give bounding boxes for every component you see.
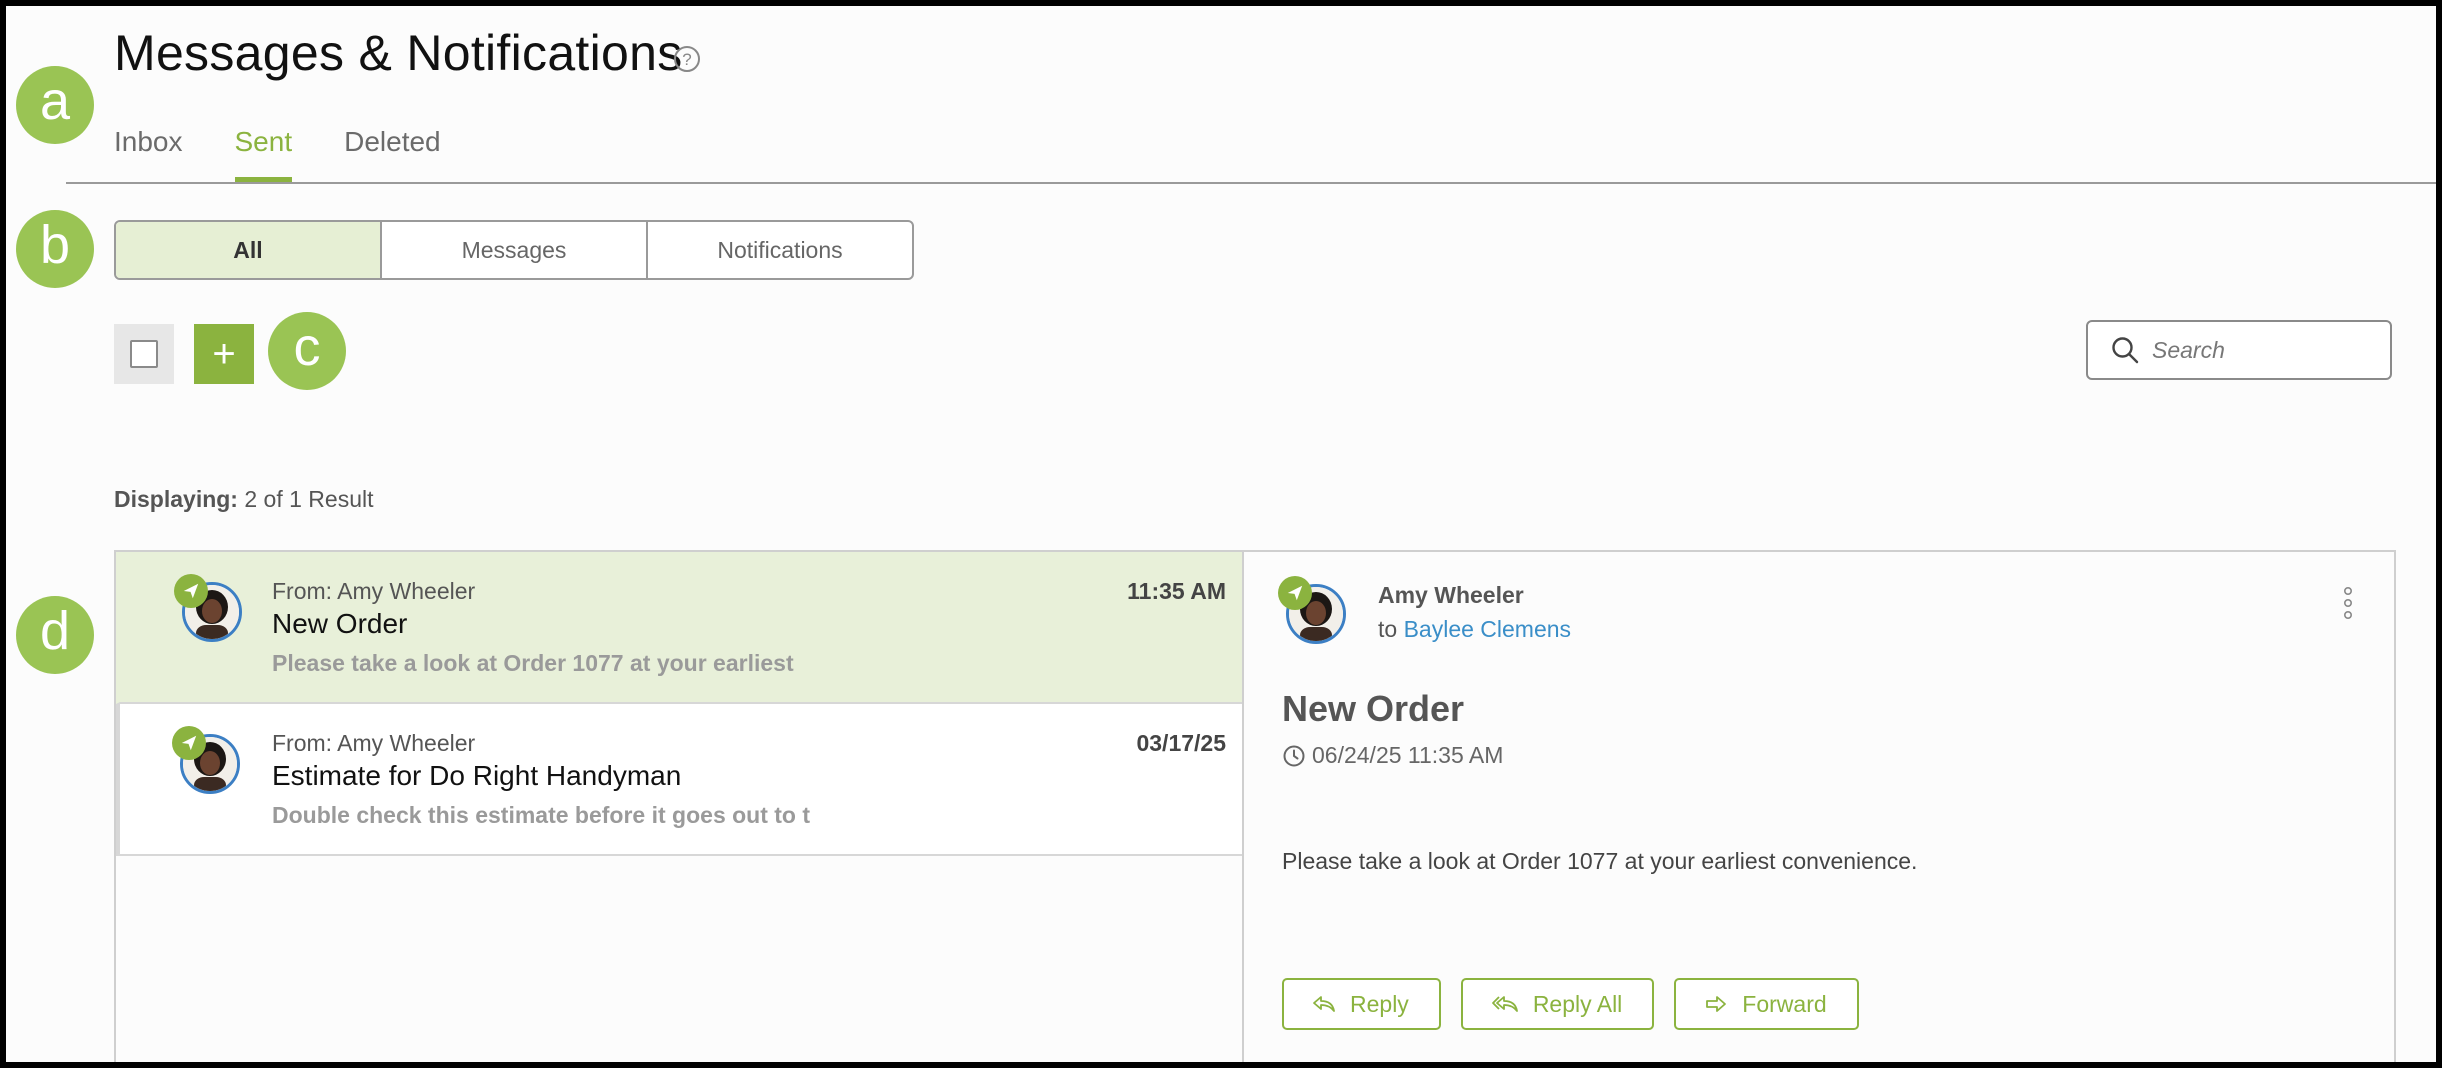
results-text: 2 of 1 Result [244, 486, 374, 512]
avatar [174, 574, 242, 642]
callout-marker-c: c [268, 312, 346, 390]
detail-recipient-line: to Baylee Clemens [1378, 616, 1571, 643]
search-icon [2112, 337, 2139, 364]
list-item[interactable]: From: Amy Wheeler New Order Please take … [116, 552, 1242, 704]
mailbox-tabs: Inbox Sent Deleted [114, 126, 493, 182]
help-icon[interactable]: ? [672, 44, 702, 74]
recipient-link[interactable]: Baylee Clemens [1404, 616, 1571, 642]
callout-marker-b: b [16, 210, 94, 288]
detail-datetime: 06/24/25 11:35 AM [1312, 742, 1504, 768]
tab-sent[interactable]: Sent [234, 126, 292, 182]
message-time: 11:35 AM [1127, 578, 1226, 604]
results-count: Displaying: 2 of 1 Result [114, 486, 374, 513]
detail-actions: Reply Reply All Forward [1282, 978, 1879, 1030]
search-input[interactable] [2152, 336, 2372, 364]
search-box[interactable] [2086, 320, 2392, 380]
reply-all-button[interactable]: Reply All [1460, 978, 1655, 1030]
forward-icon [1706, 996, 1727, 1012]
callout-marker-a: a [16, 66, 94, 144]
new-message-button[interactable]: + [194, 324, 254, 384]
filter-notifications-button[interactable]: Notifications [648, 222, 912, 278]
sent-icon [1278, 576, 1312, 610]
clock-icon [1283, 745, 1305, 766]
message-time: 03/17/25 [1136, 730, 1226, 756]
reply-icon [1313, 996, 1335, 1012]
filter-all-button[interactable]: All [116, 222, 382, 278]
reply-label: Reply [1350, 990, 1409, 1017]
checkbox-box [130, 340, 158, 368]
list-item[interactable]: From: Amy Wheeler Estimate for Do Right … [116, 704, 1242, 856]
detail-datetime-row: 06/24/25 11:35 AM [1282, 742, 1503, 769]
sent-icon [172, 726, 206, 760]
forward-label: Forward [1742, 990, 1827, 1017]
detail-sender: Amy Wheeler [1378, 582, 1524, 608]
recipient-prefix: to [1378, 616, 1398, 642]
avatar [1278, 576, 1346, 644]
message-detail-pane: Amy Wheeler to Baylee Clemens New Order … [1242, 550, 2396, 1062]
detail-subject: New Order [1282, 688, 1465, 729]
message-from: From: Amy Wheeler [272, 578, 476, 604]
page-title: Messages & Notifications [114, 25, 683, 81]
kebab-icon[interactable] [2342, 586, 2354, 620]
results-label: Displaying: [114, 486, 238, 512]
app-frame: Messages & Notifications ? a b c d Inbox… [6, 6, 2436, 1062]
reply-all-label: Reply All [1532, 990, 1623, 1017]
message-subject: Estimate for Do Right Handyman [272, 760, 682, 791]
tab-deleted[interactable]: Deleted [344, 126, 441, 182]
avatar [172, 726, 240, 794]
forward-button[interactable]: Forward [1674, 978, 1859, 1030]
tabs-divider [66, 182, 2436, 184]
message-preview: Please take a look at Order 1077 at your… [272, 650, 794, 676]
tab-inbox[interactable]: Inbox [114, 126, 183, 182]
sent-icon [174, 574, 208, 608]
message-list: From: Amy Wheeler New Order Please take … [114, 550, 1242, 1062]
svg-text:?: ? [682, 50, 691, 69]
callout-marker-d: d [16, 596, 94, 674]
detail-body: Please take a look at Order 1077 at your… [1282, 848, 1918, 874]
reply-button[interactable]: Reply [1282, 978, 1441, 1030]
filter-segmented-control: All Messages Notifications [114, 220, 914, 280]
message-preview: Double check this estimate before it goe… [272, 802, 811, 828]
message-subject: New Order [272, 608, 408, 639]
reply-all-icon [1491, 996, 1518, 1012]
filter-messages-button[interactable]: Messages [382, 222, 648, 278]
select-all-checkbox[interactable] [114, 324, 174, 384]
message-from: From: Amy Wheeler [272, 730, 476, 756]
